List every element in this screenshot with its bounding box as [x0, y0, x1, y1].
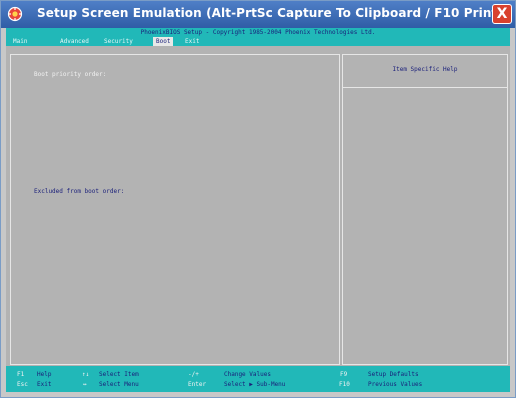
tab-exit[interactable]: Exit [182, 37, 202, 46]
key-f1: F1 [17, 371, 25, 378]
item-help-panel: Item Specific Help [342, 54, 508, 365]
bios-screen: PhoenixBIOS Setup - Copyright 1985-2004 … [6, 28, 510, 392]
key-legend-footer: F1 Help ↑↓ Select Item -/+ Change Values… [6, 366, 510, 392]
key-f9: F9 [340, 371, 348, 378]
bios-copyright-header: PhoenixBIOS Setup - Copyright 1985-2004 … [6, 28, 510, 37]
key-minus-plus-desc: Change Values [224, 371, 271, 378]
key-enter: Enter [188, 381, 207, 388]
key-minus-plus: -/+ [188, 371, 199, 378]
boot-settings-panel: Boot priority order: Excluded from boot … [10, 54, 340, 365]
key-updown-desc: Select Item [99, 371, 139, 378]
key-leftright-desc: Select Menu [99, 381, 139, 388]
tab-boot[interactable]: Boot [153, 37, 174, 46]
key-leftright: ↔ [83, 381, 87, 388]
tab-security[interactable]: Security [101, 37, 136, 46]
key-esc-desc: Exit [37, 381, 52, 388]
excluded-boot-label: Excluded from boot order: [34, 188, 125, 195]
key-f1-desc: Help [37, 371, 52, 378]
key-updown: ↑↓ [82, 371, 90, 378]
key-f10: F10 [339, 381, 350, 388]
title-bar: Setup Screen Emulation (Alt-PrtSc Captur… [1, 1, 515, 28]
key-f9-desc: Setup Defaults [368, 371, 419, 378]
boot-priority-label: Boot priority order: [34, 71, 107, 78]
tab-bar: Main Advanced Security Boot Exit [6, 37, 510, 46]
help-title: Item Specific Help [343, 55, 507, 88]
emulator-window: Setup Screen Emulation (Alt-PrtSc Captur… [0, 0, 516, 398]
tab-advanced[interactable]: Advanced [57, 37, 92, 46]
key-esc: Esc [17, 381, 28, 388]
key-f10-desc: Previous Values [368, 381, 423, 388]
tab-main[interactable]: Main [10, 37, 30, 46]
app-icon [7, 6, 23, 22]
key-enter-desc: Select ▶ Sub-Menu [224, 381, 286, 388]
window-title: Setup Screen Emulation (Alt-PrtSc Captur… [37, 6, 503, 20]
close-button[interactable]: X [492, 4, 512, 24]
